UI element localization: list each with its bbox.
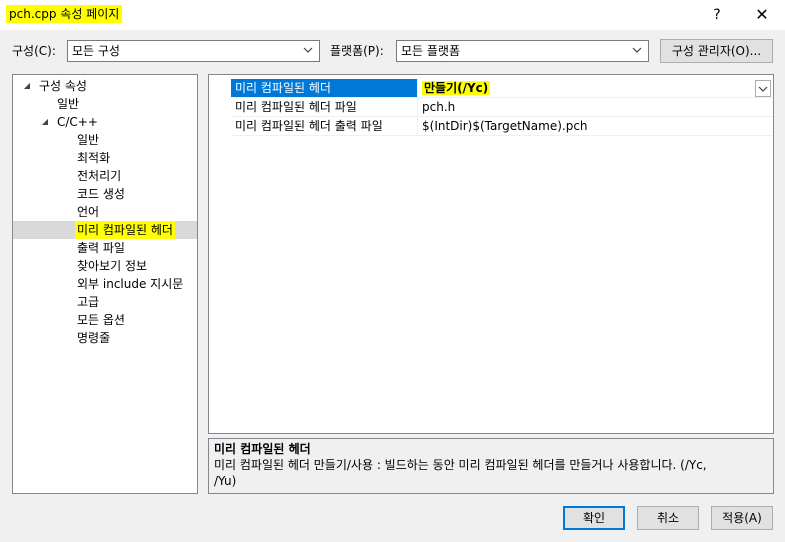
tree-item-config-properties[interactable]: ◢ 구성 속성	[13, 77, 197, 95]
config-combo[interactable]: 모든 구성	[67, 40, 320, 62]
property-name: 미리 컴파일된 헤더	[231, 79, 417, 98]
property-value[interactable]: pch.h	[417, 98, 773, 117]
tree-item-cpp-command-line[interactable]: 명령줄	[13, 329, 197, 347]
property-value[interactable]: $(IntDir)$(TargetName).pch	[417, 117, 773, 136]
description-text-line1: 미리 컴파일된 헤더 만들기/사용 : 빌드하는 동안 미리 컴파일된 헤더를 …	[214, 458, 707, 472]
platform-label: 플랫폼(P):	[330, 44, 384, 58]
property-row-precompiled-header[interactable]: 미리 컴파일된 헤더 만들기(/Yc)	[209, 79, 773, 98]
expanded-triangle-icon[interactable]: ◢	[39, 113, 51, 131]
apply-button[interactable]: 적용(A)	[711, 506, 773, 530]
property-value-text: pch.h	[422, 100, 456, 114]
description-text-line2: /Yu)	[214, 474, 237, 488]
expanded-triangle-icon[interactable]: ◢	[21, 77, 33, 95]
config-label: 구성(C):	[12, 44, 56, 58]
config-manager-button[interactable]: 구성 관리자(O)...	[660, 39, 773, 63]
property-row-precompiled-header-output-file[interactable]: 미리 컴파일된 헤더 출력 파일 $(IntDir)$(TargetName).p…	[209, 117, 773, 136]
chevron-down-icon	[632, 41, 644, 61]
chevron-down-icon[interactable]	[755, 80, 771, 97]
title-bar: pch.cpp 속성 페이지 ? ✕	[0, 0, 785, 30]
tree-item-cpp-browse-info[interactable]: 찾아보기 정보	[13, 257, 197, 275]
chevron-down-icon	[303, 41, 315, 61]
cancel-button[interactable]: 취소	[637, 506, 699, 530]
platform-value: 모든 플랫폼	[401, 44, 461, 58]
tree-item-cpp-general[interactable]: 일반	[13, 131, 197, 149]
window-title: pch.cpp 속성 페이지	[6, 5, 123, 23]
tree-item-cpp-advanced[interactable]: 고급	[13, 293, 197, 311]
property-value-text: 만들기(/Yc)	[422, 81, 491, 95]
tree-item-general[interactable]: 일반	[13, 95, 197, 113]
property-name: 미리 컴파일된 헤더 파일	[231, 98, 417, 117]
property-value-text: $(IntDir)$(TargetName).pch	[422, 119, 588, 133]
property-name: 미리 컴파일된 헤더 출력 파일	[231, 117, 417, 136]
close-button[interactable]: ✕	[742, 2, 782, 28]
tree-item-cpp-output-files[interactable]: 출력 파일	[13, 239, 197, 257]
tree-item-cpp-optimization[interactable]: 최적화	[13, 149, 197, 167]
tree-item-cpp-code-generation[interactable]: 코드 생성	[13, 185, 197, 203]
description-title: 미리 컴파일된 헤더	[214, 442, 311, 456]
tree-item-cpp[interactable]: ◢ C/C++	[13, 113, 197, 131]
config-value: 모든 구성	[72, 44, 120, 58]
ok-button[interactable]: 확인	[563, 506, 625, 530]
property-tree[interactable]: ◢ 구성 속성 일반 ◢ C/C++ 일반 최적화 전처리기 코드 생성 언어 미리 컴파…	[12, 74, 198, 494]
tree-item-cpp-preprocessor[interactable]: 전처리기	[13, 167, 197, 185]
tree-item-cpp-external-includes[interactable]: 외부 include 지시문	[13, 275, 197, 293]
tree-item-cpp-precompiled-headers[interactable]: 미리 컴파일된 헤더	[13, 221, 197, 239]
property-row-precompiled-header-file[interactable]: 미리 컴파일된 헤더 파일 pch.h	[209, 98, 773, 117]
help-button[interactable]: ?	[697, 2, 737, 28]
tree-item-cpp-language[interactable]: 언어	[13, 203, 197, 221]
description-panel: 미리 컴파일된 헤더 미리 컴파일된 헤더 만들기/사용 : 빌드하는 동안 미…	[208, 438, 774, 494]
platform-combo[interactable]: 모든 플랫폼	[396, 40, 649, 62]
tree-item-cpp-all-options[interactable]: 모든 옵션	[13, 311, 197, 329]
property-value[interactable]: 만들기(/Yc)	[417, 79, 773, 98]
property-grid[interactable]: 미리 컴파일된 헤더 만들기(/Yc) 미리 컴파일된 헤더 파일 pch.h 미리 컴…	[208, 74, 774, 434]
